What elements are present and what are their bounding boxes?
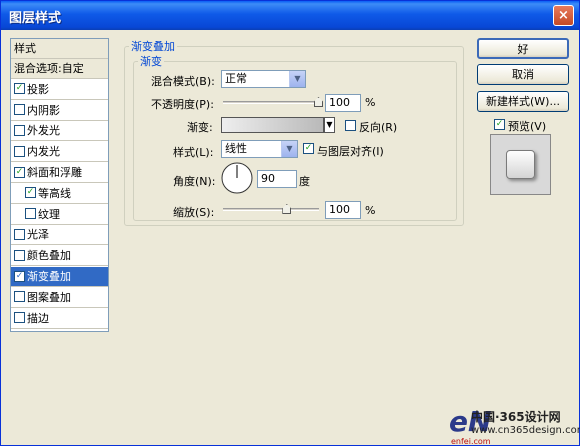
style-list-label: 渐变叠加 xyxy=(27,270,71,283)
angle-unit: 度 xyxy=(299,175,310,188)
style-list-item[interactable]: 内发光 xyxy=(11,142,108,163)
style-list-item[interactable]: 颜色叠加 xyxy=(11,246,108,267)
scale-input[interactable]: 100 xyxy=(325,201,361,219)
style-checkbox[interactable]: ✓ xyxy=(25,187,36,199)
gradient-group-title: 渐变 xyxy=(138,53,164,69)
angle-input[interactable]: 90 xyxy=(257,170,297,188)
style-label: 样式(L): xyxy=(173,146,214,159)
watermark-url2: enfei.com xyxy=(451,437,491,446)
style-list-label: 斜面和浮雕 xyxy=(27,166,82,179)
blend-mode-label: 混合模式(B): xyxy=(151,75,215,88)
style-list-header: 样式 xyxy=(11,39,108,59)
preview-label: 预览(V) xyxy=(508,120,547,133)
style-checkbox[interactable] xyxy=(14,124,25,136)
opacity-slider-track[interactable] xyxy=(223,101,319,104)
style-list-label: 纹理 xyxy=(38,207,60,221)
preview-swatch xyxy=(506,150,535,179)
chevron-down-icon: ▼ xyxy=(289,71,305,87)
style-checkbox[interactable] xyxy=(14,104,25,116)
style-list-item[interactable]: 外发光 xyxy=(11,121,108,142)
align-with-layer-checkbox[interactable]: ✓ xyxy=(303,143,314,154)
style-list-item[interactable]: ✓ 渐变叠加 xyxy=(11,267,108,287)
style-list-item[interactable]: 图案叠加 xyxy=(11,287,108,308)
style-checkbox[interactable]: ✓ xyxy=(14,166,25,178)
gradient-label: 渐变: xyxy=(187,121,213,134)
title-bar[interactable]: 图层样式 × xyxy=(1,1,579,30)
gradient-dropdown-button[interactable]: ▼ xyxy=(324,117,335,133)
opacity-input[interactable]: 100 xyxy=(325,94,361,112)
style-checkbox[interactable] xyxy=(14,312,25,324)
style-preview xyxy=(490,134,551,195)
reverse-checkbox[interactable] xyxy=(345,120,356,131)
watermark: eN 中国·365设计网 www.cn365design.com enfei.c… xyxy=(449,405,580,446)
style-list-item[interactable]: 光泽 xyxy=(11,225,108,246)
layer-style-dialog: 图层样式 × 样式 混合选项:自定 ✓ 投影 内阴影 外发光 内发光 ✓ 斜面和浮雕 ✓ 等高线 纹理… xyxy=(0,0,580,446)
opacity-label: 不透明度(P): xyxy=(151,98,214,111)
style-list-label: 等高线 xyxy=(38,186,71,200)
style-checkbox[interactable]: ✓ xyxy=(14,270,25,282)
cancel-button[interactable]: 取消 xyxy=(477,64,569,85)
style-list: 样式 混合选项:自定 ✓ 投影 内阴影 外发光 内发光 ✓ 斜面和浮雕 ✓ 等高线 纹理 光泽 颜色叠加 ✓… xyxy=(10,38,109,332)
chevron-down-icon: ▼ xyxy=(281,141,297,157)
style-list-label: 描边 xyxy=(27,311,49,325)
style-list-label: 外发光 xyxy=(27,124,60,138)
style-list-label: 内发光 xyxy=(27,145,60,159)
style-list-item[interactable]: 混合选项:自定 xyxy=(11,59,108,79)
style-checkbox[interactable] xyxy=(14,228,25,240)
opacity-unit: % xyxy=(365,96,376,109)
style-list-item[interactable]: ✓ 斜面和浮雕 xyxy=(11,163,108,183)
style-checkbox[interactable] xyxy=(14,145,25,157)
gradient-style-value: 线性 xyxy=(225,142,247,155)
style-list-item[interactable]: ✓ 投影 xyxy=(11,79,108,100)
style-list-label: 投影 xyxy=(27,82,49,96)
blend-mode-value: 正常 xyxy=(225,72,247,85)
style-list-item[interactable]: 内阴影 xyxy=(11,100,108,121)
style-checkbox[interactable]: ✓ xyxy=(14,83,25,95)
style-list-label: 内阴影 xyxy=(27,103,60,117)
style-checkbox[interactable] xyxy=(25,208,36,220)
gradient-style-select[interactable]: 线性 ▼ xyxy=(221,140,298,158)
angle-label: 角度(N): xyxy=(173,175,216,188)
preview-checkbox[interactable]: ✓ xyxy=(494,119,505,130)
gradient-overlay-title: 渐变叠加 xyxy=(129,38,177,54)
ok-button[interactable]: 好 xyxy=(477,38,569,59)
scale-label: 缩放(S): xyxy=(173,206,215,219)
scale-unit: % xyxy=(365,204,376,217)
style-list-label: 光泽 xyxy=(27,228,49,242)
watermark-url: www.cn365design.com xyxy=(471,425,580,436)
style-list-label: 图案叠加 xyxy=(27,290,71,304)
style-list-item[interactable]: ✓ 等高线 xyxy=(11,183,108,204)
scale-slider-track[interactable] xyxy=(223,208,319,211)
style-checkbox[interactable] xyxy=(14,249,25,261)
close-button[interactable]: × xyxy=(553,5,574,26)
blend-mode-select[interactable]: 正常 ▼ xyxy=(221,70,306,88)
dialog-title: 图层样式 xyxy=(9,11,62,26)
style-list-label: 颜色叠加 xyxy=(27,249,71,263)
style-list-item[interactable]: 描边 xyxy=(11,308,108,329)
new-style-button[interactable]: 新建样式(W)... xyxy=(477,91,569,112)
style-checkbox[interactable] xyxy=(14,291,25,303)
style-list-item[interactable]: 纹理 xyxy=(11,204,108,225)
angle-dial-icon xyxy=(221,162,253,194)
gradient-swatch[interactable] xyxy=(221,117,324,133)
style-list-label: 混合选项:自定 xyxy=(14,62,84,75)
angle-dial[interactable] xyxy=(221,162,253,194)
align-with-layer-label: 与图层对齐(I) xyxy=(317,145,384,158)
reverse-label: 反向(R) xyxy=(359,121,398,134)
watermark-site-cn: 中国·365设计网 xyxy=(471,410,561,424)
